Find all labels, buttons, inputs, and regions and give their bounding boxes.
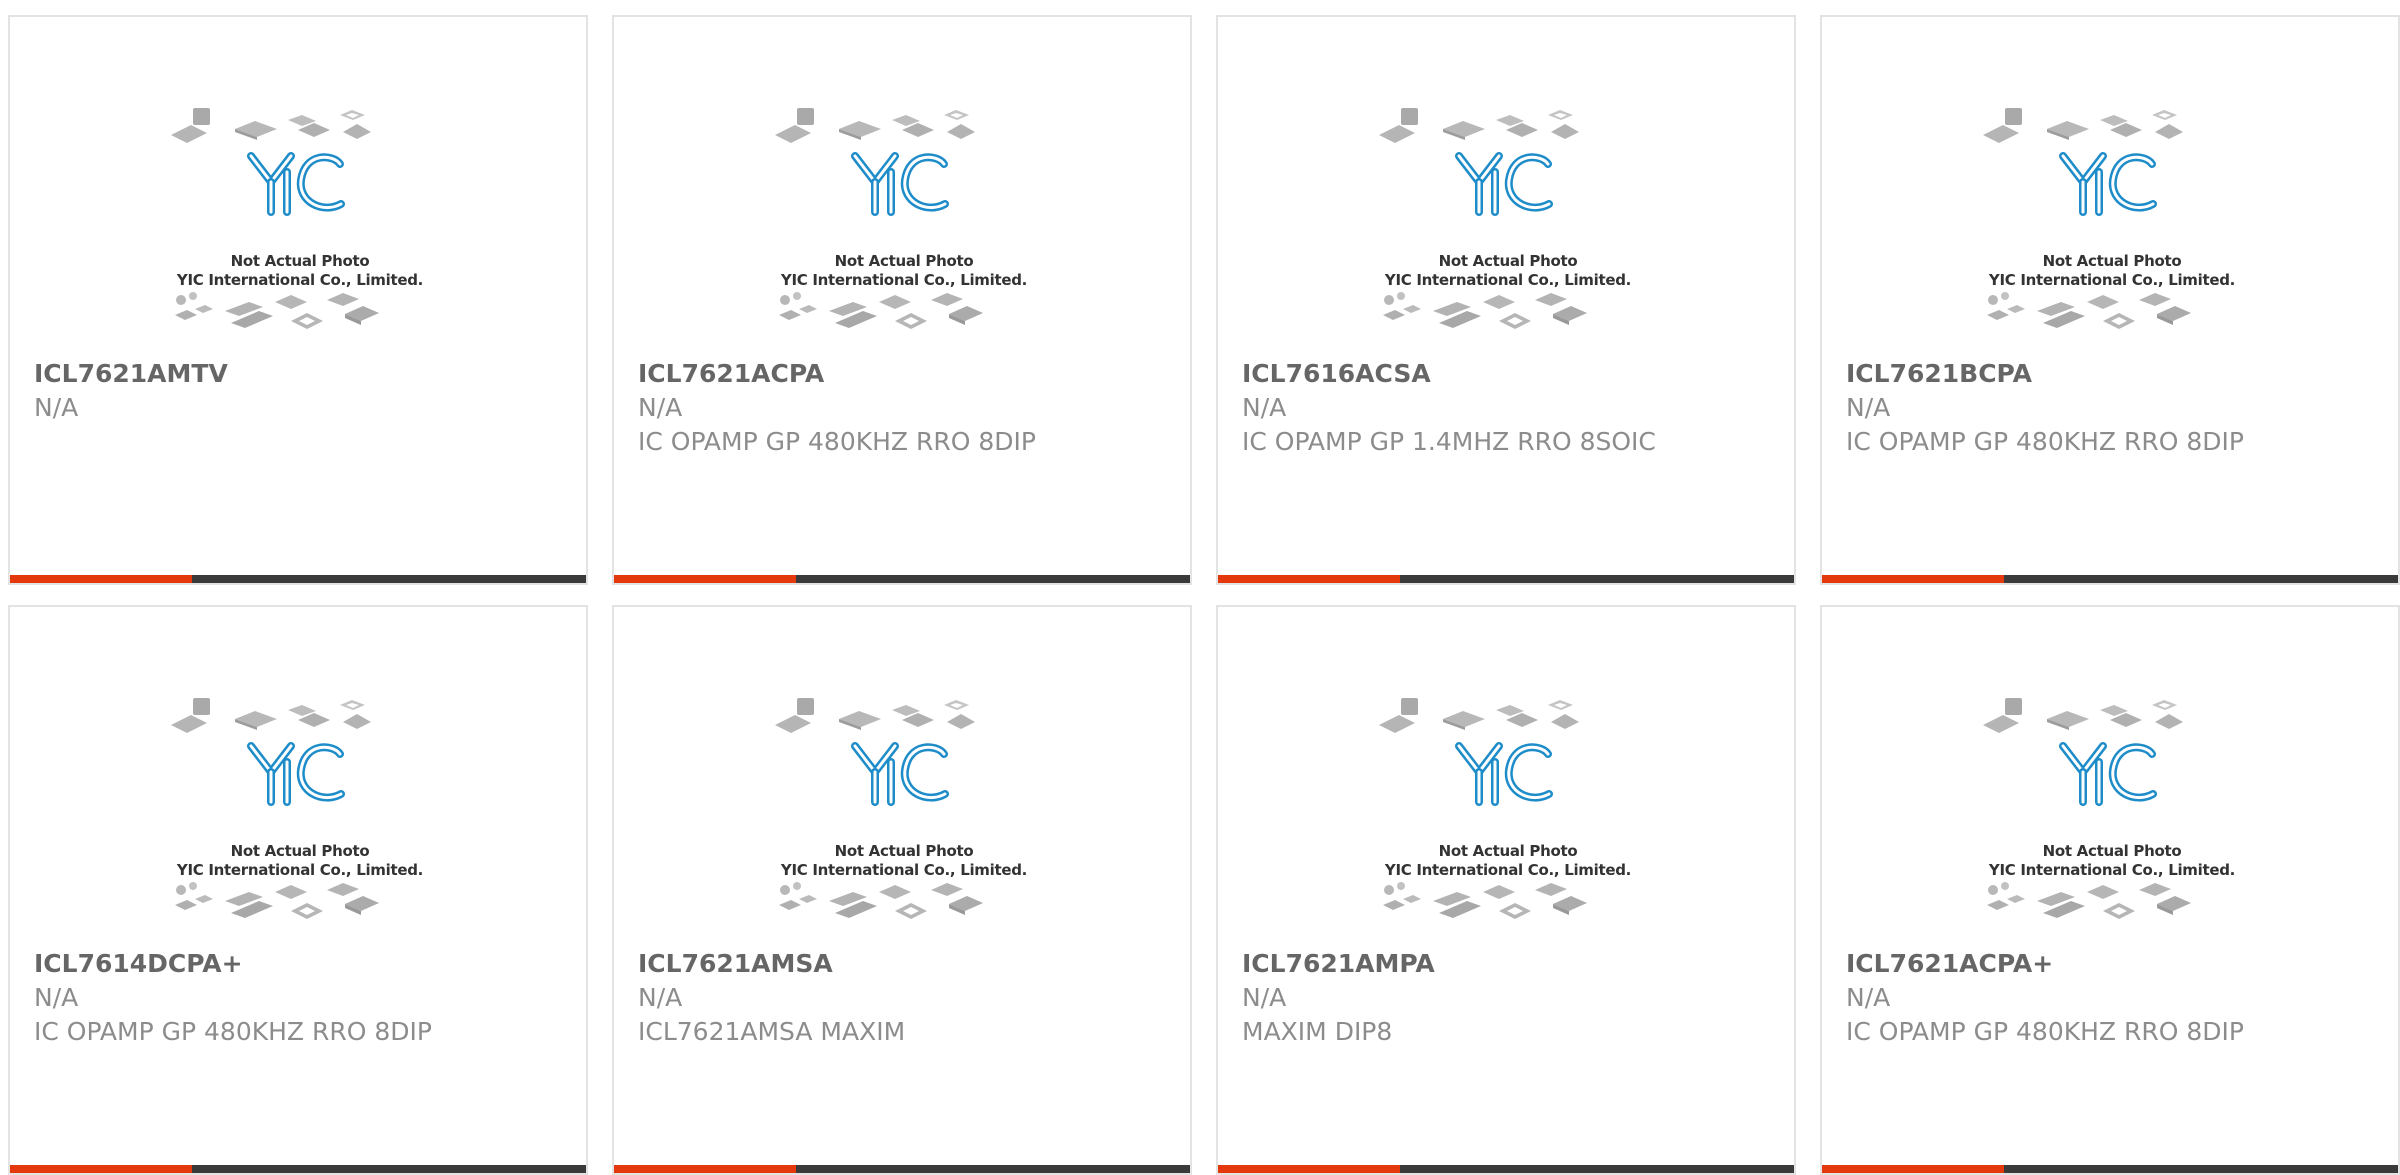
manufacturer: N/A [1846,393,1891,422]
manufacturer: N/A [638,393,683,422]
description: IC OPAMP GP 480KHZ RRO 8DIP [1846,427,2244,456]
product-image[interactable]: Not Actual Photo YIC International Co., … [769,692,1039,952]
product-image[interactable]: Not Actual Photo YIC International Co., … [1977,102,2247,362]
part-number[interactable]: ICL7621AMPA [1242,947,1778,981]
product-card[interactable]: Not Actual Photo YIC International Co., … [612,605,1192,1175]
part-number[interactable]: ICL7621ACPA [638,357,1174,391]
product-info: ICL7614DCPA+ N/A IC OPAMP GP 480KHZ RRO … [34,947,570,1049]
card-bottom-bar [1822,1165,2398,1173]
manufacturer: N/A [1846,983,1891,1012]
description: IC OPAMP GP 480KHZ RRO 8DIP [1846,1017,2244,1046]
part-number[interactable]: ICL7621AMTV [34,357,570,391]
image-caption-line1: Not Actual Photo [2042,842,2182,860]
image-caption-line2: YIC International Co., Limited. [1988,271,2236,289]
image-caption-line2: YIC International Co., Limited. [1384,271,1632,289]
part-number[interactable]: ICL7614DCPA+ [34,947,570,981]
card-bar-accent [614,1165,796,1173]
image-caption-line2: YIC International Co., Limited. [176,271,424,289]
product-image[interactable]: Not Actual Photo YIC International Co., … [769,102,1039,362]
product-image[interactable]: Not Actual Photo YIC International Co., … [1373,692,1643,952]
manufacturer: N/A [1242,393,1287,422]
card-bottom-bar [614,575,1190,583]
card-bottom-bar [10,575,586,583]
description: IC OPAMP GP 1.4MHZ RRO 8SOIC [1242,427,1656,456]
part-number[interactable]: ICL7621ACPA+ [1846,947,2382,981]
image-caption-line2: YIC International Co., Limited. [780,271,1028,289]
product-card[interactable]: Not Actual Photo YIC International Co., … [1820,15,2400,585]
manufacturer: N/A [34,393,79,422]
placeholder-chips-icon [165,102,435,362]
placeholder-chips-icon [165,692,435,952]
product-image[interactable]: Not Actual Photo YIC International Co., … [1373,102,1643,362]
image-caption-line1: Not Actual Photo [834,842,974,860]
image-caption-line2: YIC International Co., Limited. [1384,861,1632,879]
placeholder-chips-icon [1373,692,1643,952]
product-info: ICL7621ACPA N/A IC OPAMP GP 480KHZ RRO 8… [638,357,1174,459]
image-caption-line1: Not Actual Photo [230,252,370,270]
image-caption-line1: Not Actual Photo [1438,252,1578,270]
placeholder-chips-icon [769,692,1039,952]
manufacturer: N/A [638,983,683,1012]
image-caption-line2: YIC International Co., Limited. [176,861,424,879]
product-image[interactable]: Not Actual Photo YIC International Co., … [1977,692,2247,952]
product-card[interactable]: Not Actual Photo YIC International Co., … [612,15,1192,585]
product-card[interactable]: Not Actual Photo YIC International Co., … [8,15,588,585]
card-bottom-bar [614,1165,1190,1173]
card-bar-accent [1218,575,1400,583]
product-info: ICL7621ACPA+ N/A IC OPAMP GP 480KHZ RRO … [1846,947,2382,1049]
card-bar-accent [1822,575,2004,583]
product-info: ICL7616ACSA N/A IC OPAMP GP 1.4MHZ RRO 8… [1242,357,1778,459]
card-bar-accent [10,575,192,583]
card-bottom-bar [1822,575,2398,583]
card-bar-accent [614,575,796,583]
description: ICL7621AMSA MAXIM [638,1017,906,1046]
manufacturer: N/A [34,983,79,1012]
product-card[interactable]: Not Actual Photo YIC International Co., … [8,605,588,1175]
product-info: ICL7621AMPA N/A MAXIM DIP8 [1242,947,1778,1049]
product-image[interactable]: Not Actual Photo YIC International Co., … [165,692,435,952]
placeholder-chips-icon [769,102,1039,362]
manufacturer: N/A [1242,983,1287,1012]
description: MAXIM DIP8 [1242,1017,1393,1046]
placeholder-chips-icon [1977,692,2247,952]
product-grid: Not Actual Photo YIC International Co., … [8,15,2400,1175]
placeholder-chips-icon [1977,102,2247,362]
card-bottom-bar [1218,575,1794,583]
product-info: ICL7621AMTV N/A [34,357,570,425]
card-bar-accent [1218,1165,1400,1173]
card-bottom-bar [10,1165,586,1173]
card-bar-accent [1822,1165,2004,1173]
description: IC OPAMP GP 480KHZ RRO 8DIP [34,1017,432,1046]
image-caption-line1: Not Actual Photo [230,842,370,860]
image-caption-line1: Not Actual Photo [1438,842,1578,860]
image-caption-line1: Not Actual Photo [2042,252,2182,270]
image-caption-line2: YIC International Co., Limited. [780,861,1028,879]
part-number[interactable]: ICL7621BCPA [1846,357,2382,391]
card-bar-accent [10,1165,192,1173]
product-card[interactable]: Not Actual Photo YIC International Co., … [1216,15,1796,585]
image-caption-line2: YIC International Co., Limited. [1988,861,2236,879]
image-caption-line1: Not Actual Photo [834,252,974,270]
product-info: ICL7621BCPA N/A IC OPAMP GP 480KHZ RRO 8… [1846,357,2382,459]
product-card[interactable]: Not Actual Photo YIC International Co., … [1216,605,1796,1175]
part-number[interactable]: ICL7621AMSA [638,947,1174,981]
card-bottom-bar [1218,1165,1794,1173]
part-number[interactable]: ICL7616ACSA [1242,357,1778,391]
product-card[interactable]: Not Actual Photo YIC International Co., … [1820,605,2400,1175]
product-image[interactable]: Not Actual Photo YIC International Co., … [165,102,435,362]
placeholder-chips-icon [1373,102,1643,362]
product-info: ICL7621AMSA N/A ICL7621AMSA MAXIM [638,947,1174,1049]
description: IC OPAMP GP 480KHZ RRO 8DIP [638,427,1036,456]
